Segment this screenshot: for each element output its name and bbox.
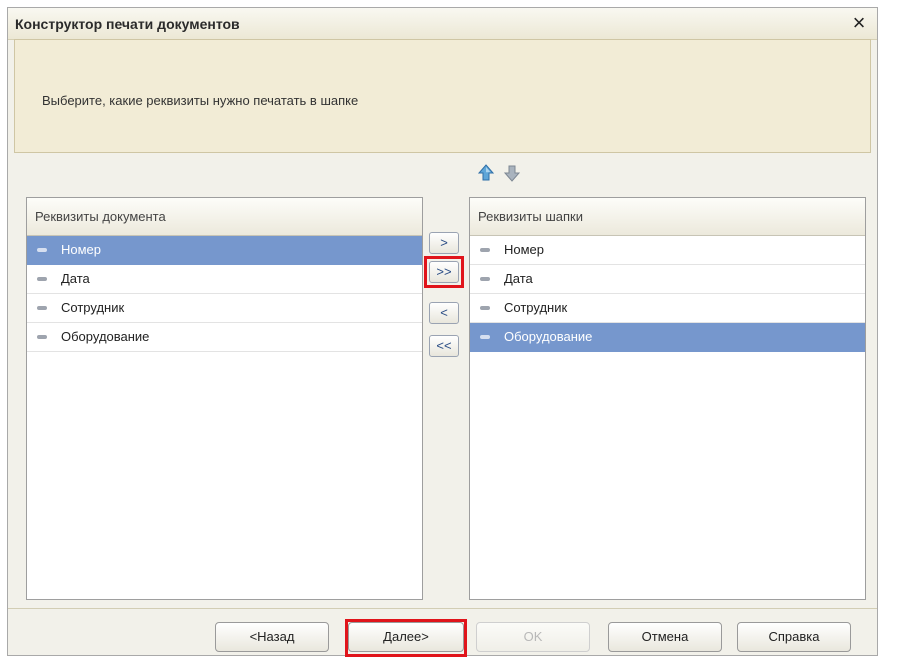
arrow-down-icon[interactable]: [503, 163, 521, 183]
add-all-highlight: [424, 256, 464, 288]
list-item-label: Номер: [504, 242, 545, 257]
remove-button[interactable]: <: [429, 302, 459, 324]
list-item[interactable]: Номер: [27, 236, 422, 265]
list-header: Реквизиты шапки: [470, 198, 865, 236]
attribute-icon: [480, 306, 490, 310]
back-button[interactable]: <Назад: [215, 622, 329, 652]
close-button[interactable]: ×: [847, 10, 871, 36]
remove-all-button[interactable]: <<: [429, 335, 459, 357]
list-item-label: Сотрудник: [504, 300, 568, 315]
info-panel: Выберите, какие реквизиты нужно печатать…: [14, 39, 871, 153]
header-attributes-list[interactable]: Реквизиты шапки Номер Дата Сотрудник Обо…: [469, 197, 866, 600]
attribute-icon: [37, 248, 47, 252]
attribute-icon: [37, 277, 47, 281]
list-item[interactable]: Оборудование: [470, 323, 865, 352]
add-button[interactable]: >: [429, 232, 459, 254]
list-item-label: Дата: [61, 271, 90, 286]
list-item[interactable]: Номер: [470, 236, 865, 265]
list-item[interactable]: Дата: [470, 265, 865, 294]
next-highlight: [345, 619, 467, 657]
attribute-icon: [480, 277, 490, 281]
info-text: Выберите, какие реквизиты нужно печатать…: [42, 93, 359, 108]
list-item-label: Оборудование: [504, 329, 593, 344]
list-item-label: Номер: [61, 242, 102, 257]
list-item-label: Дата: [504, 271, 533, 286]
attribute-icon: [480, 248, 490, 252]
window-title: Конструктор печати документов: [15, 16, 240, 32]
list-item-label: Оборудование: [61, 329, 150, 344]
document-attributes-list[interactable]: Реквизиты документа Номер Дата Сотрудник…: [26, 197, 423, 600]
list-item[interactable]: Сотрудник: [470, 294, 865, 323]
list-item[interactable]: Дата: [27, 265, 422, 294]
cancel-button[interactable]: Отмена: [608, 622, 722, 652]
list-item[interactable]: Сотрудник: [27, 294, 422, 323]
list-item-label: Сотрудник: [61, 300, 125, 315]
dialog-footer: <Назад Далее> OK Отмена Справка: [8, 608, 877, 657]
list-header: Реквизиты документа: [27, 198, 422, 236]
attribute-icon: [480, 335, 490, 339]
arrow-up-icon[interactable]: [477, 163, 495, 183]
title-bar: Конструктор печати документов ×: [8, 8, 877, 40]
attribute-icon: [37, 335, 47, 339]
list-item[interactable]: Оборудование: [27, 323, 422, 352]
print-designer-window: Конструктор печати документов × Выберите…: [7, 7, 878, 657]
ok-button[interactable]: OK: [476, 622, 590, 652]
help-button[interactable]: Справка: [737, 622, 851, 652]
attribute-icon: [37, 306, 47, 310]
